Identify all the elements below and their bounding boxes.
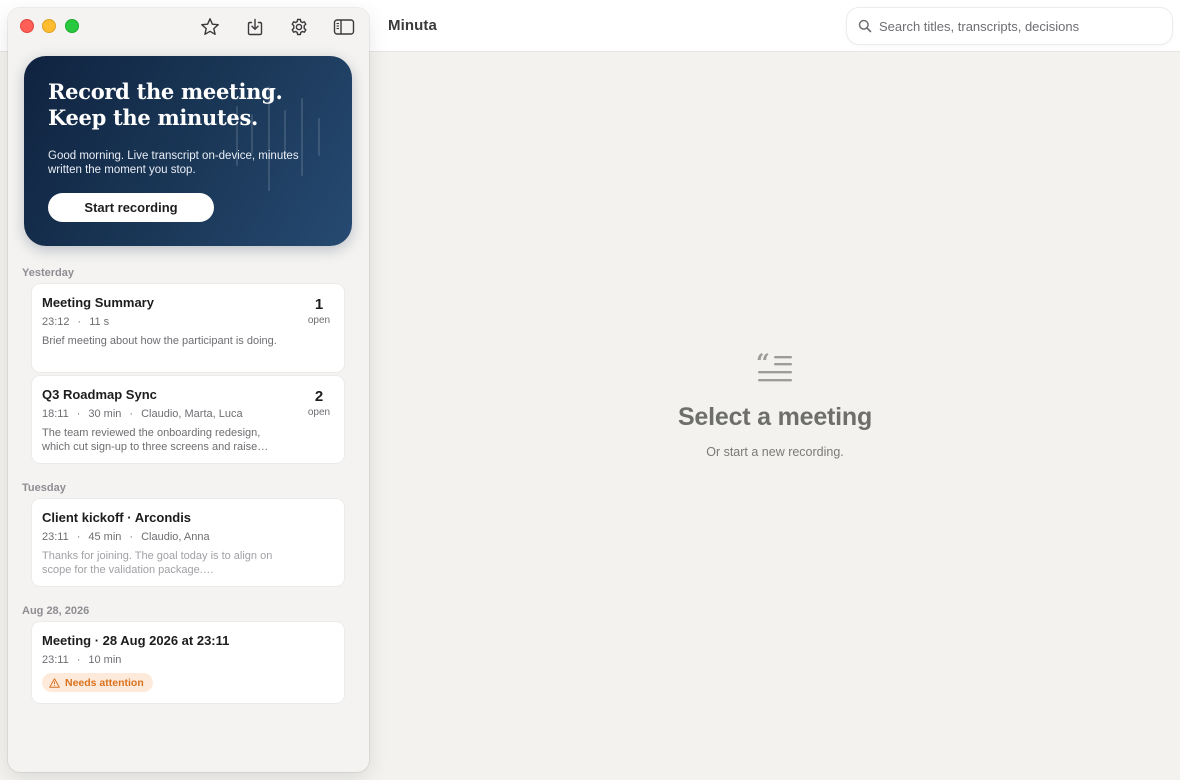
search-field[interactable] bbox=[847, 8, 1172, 44]
sidebar: Record the meeting. Keep the minutes. Go… bbox=[8, 8, 369, 772]
section-label-tuesday: Tuesday bbox=[22, 482, 66, 494]
empty-state-title: Select a meeting bbox=[677, 403, 873, 431]
gear-icon bbox=[291, 18, 307, 36]
meeting-card-aug-28[interactable]: Meeting · 28 Aug 2026 at 23:11 23:11 · 10 … bbox=[32, 622, 344, 703]
meeting-summary: Brief meeting about how the participant … bbox=[42, 335, 277, 347]
quote-lines-icon: “ bbox=[756, 350, 792, 382]
warning-icon bbox=[49, 677, 60, 688]
toggle-sidebar-button[interactable] bbox=[333, 16, 355, 38]
record-hero-card: Record the meeting. Keep the minutes. Go… bbox=[24, 56, 352, 246]
meeting-summary: Thanks for joining. The goal today is to… bbox=[42, 550, 273, 576]
hero-title: Record the meeting. Keep the minutes. bbox=[48, 79, 283, 130]
empty-state: “ Select a meeting Or start a new record… bbox=[640, 350, 910, 459]
close-window-button[interactable] bbox=[20, 19, 34, 33]
settings-button[interactable] bbox=[288, 16, 310, 38]
sidebar-toggle-icon bbox=[333, 19, 355, 35]
meeting-meta: 23:11 · 45 min · Claudio, Anna bbox=[42, 531, 210, 543]
meeting-title: Client kickoff · Arcondis bbox=[42, 510, 192, 525]
app-title: Minuta bbox=[388, 17, 437, 34]
search-icon bbox=[858, 19, 872, 33]
meeting-card-client-kickoff[interactable]: Client kickoff · Arcondis 23:11 · 45 min · C… bbox=[32, 499, 344, 586]
meeting-summary: The team reviewed the onboarding redesig… bbox=[42, 427, 269, 453]
meeting-title: Q3 Roadmap Sync bbox=[42, 387, 157, 402]
import-button[interactable] bbox=[244, 16, 266, 38]
meeting-meta: 23:11 · 10 min bbox=[42, 654, 122, 666]
minimize-window-button[interactable] bbox=[42, 19, 56, 33]
section-label-aug-28: Aug 28, 2026 bbox=[22, 605, 90, 617]
open-items-count: 1 open bbox=[307, 296, 331, 326]
search-input[interactable] bbox=[879, 8, 1164, 44]
open-items-count: 2 open bbox=[307, 388, 331, 418]
app-window: Minuta Search titles, transcripts, decis… bbox=[0, 0, 1180, 780]
meeting-meta: 18:11 · 30 min · Claudio, Marta, Luca bbox=[42, 408, 243, 420]
empty-state-subtitle: Or start a new recording. bbox=[706, 445, 844, 459]
meeting-meta: 23:12 · 11 s bbox=[42, 316, 110, 328]
meeting-title: Meeting · 28 Aug 2026 at 23:11 bbox=[42, 633, 230, 648]
meeting-card-meeting-summary[interactable]: Meeting Summary 23:12 · 11 s Brief meeting… bbox=[32, 284, 344, 372]
zoom-window-button[interactable] bbox=[65, 19, 79, 33]
hero-subtitle: Good morning. Live transcript on-device,… bbox=[48, 150, 299, 176]
meeting-card-q3-roadmap-sync[interactable]: Q3 Roadmap Sync 18:11 · 30 min · Claudio, Ma… bbox=[32, 376, 344, 463]
star-icon bbox=[201, 18, 219, 35]
start-recording-button[interactable]: Start recording bbox=[48, 193, 214, 222]
meeting-title: Meeting Summary bbox=[42, 295, 154, 310]
import-icon bbox=[247, 18, 263, 36]
status-badge: Needs attention bbox=[42, 673, 153, 692]
section-label-yesterday: Yesterday bbox=[22, 267, 74, 279]
favorites-button[interactable] bbox=[199, 16, 221, 38]
